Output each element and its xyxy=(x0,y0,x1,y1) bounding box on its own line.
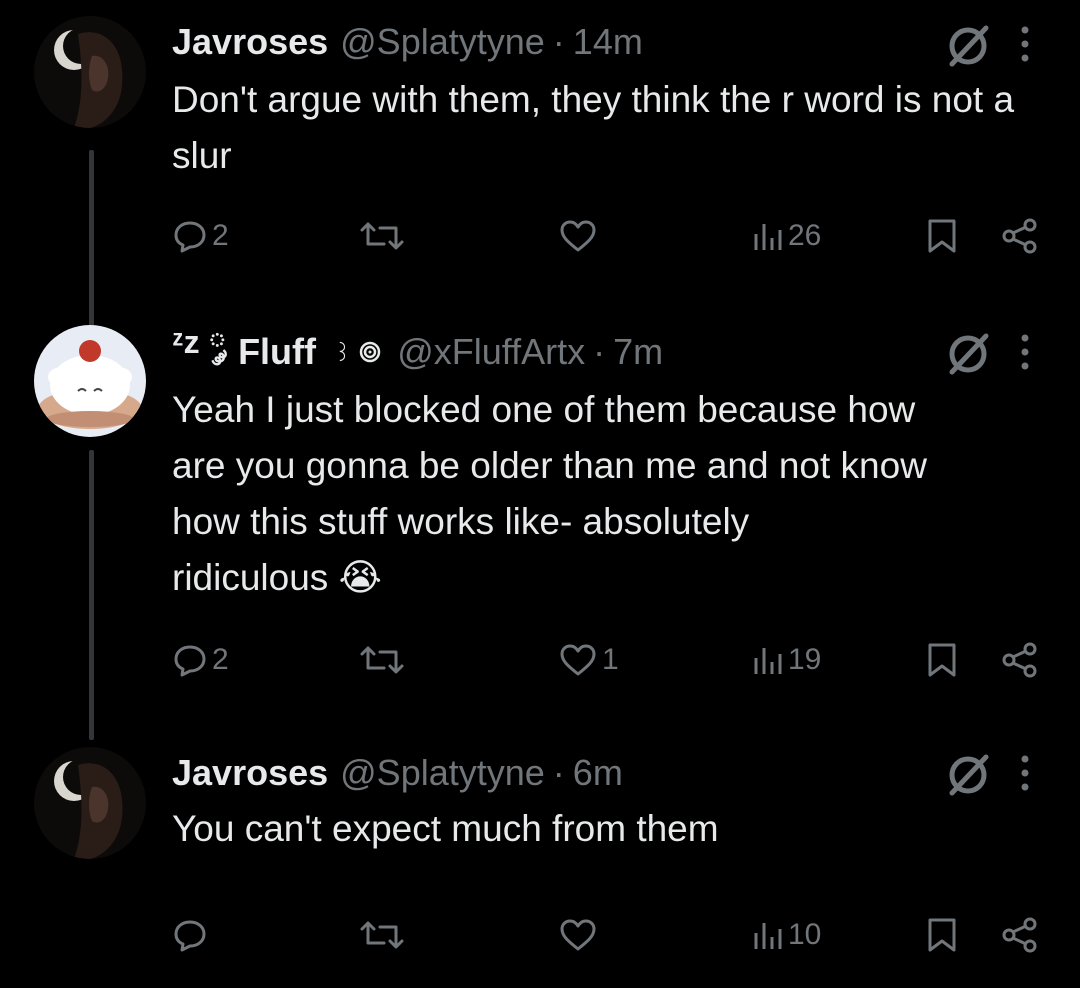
display-name[interactable]: Javroses xyxy=(172,752,328,794)
share-icon xyxy=(1002,218,1037,254)
reply-icon xyxy=(174,221,206,253)
separator: · xyxy=(552,752,565,793)
like-icon xyxy=(560,644,596,676)
avatar[interactable] xyxy=(34,747,146,859)
more-icon[interactable] xyxy=(1018,753,1032,793)
username[interactable]: @xFluffArtx xyxy=(397,331,585,373)
tweet-text: Yeah I just blocked one of them because … xyxy=(172,382,1050,606)
display-name[interactable]: Javroses xyxy=(172,21,328,63)
reply-icon xyxy=(174,645,206,677)
separator: · xyxy=(552,21,565,62)
repost-icon xyxy=(360,646,404,674)
bookmark-button[interactable] xyxy=(925,917,959,953)
tweet[interactable]: ᶻz ༘ Fluff ꒱ @xFluffArtx · 7m Yeah I jus… xyxy=(0,310,1080,710)
like-count: 1 xyxy=(602,643,619,676)
tweet[interactable]: Javroses @Splatytyne · 6m You can't expe… xyxy=(0,735,1080,988)
tweet-text-line: are you gonna be older than me and not k… xyxy=(172,445,927,486)
tweet-text: You can't expect much from them xyxy=(172,808,719,849)
like-button[interactable] xyxy=(558,218,602,254)
repost-icon xyxy=(360,222,404,250)
views-icon xyxy=(754,923,782,949)
views-button[interactable]: 19 xyxy=(752,642,821,678)
bookmark-button[interactable] xyxy=(925,642,959,678)
views-count: 19 xyxy=(788,643,822,676)
views-count: 10 xyxy=(788,918,822,951)
reply-button[interactable]: 2 xyxy=(172,642,229,678)
reply-icon xyxy=(174,920,206,952)
tweet-text-line: how this stuff works like- absolutely xyxy=(172,501,750,542)
bookmark-icon xyxy=(928,918,956,952)
repost-icon xyxy=(360,921,404,949)
timestamp[interactable]: 6m xyxy=(573,752,623,794)
separator: · xyxy=(593,331,606,372)
repost-button[interactable] xyxy=(360,917,404,953)
bookmark-icon xyxy=(928,219,956,253)
like-button[interactable]: 1 xyxy=(558,642,619,678)
timestamp[interactable]: 14m xyxy=(573,21,643,63)
tweet-actions: 2 1 19 xyxy=(0,640,1080,680)
tweet-actions: 2 26 xyxy=(0,216,1080,256)
tweet-text: Don't argue with them, they think the r … xyxy=(172,79,1015,176)
tweet-actions: 10 xyxy=(0,915,1080,955)
repost-button[interactable] xyxy=(360,642,404,678)
grok-icon[interactable] xyxy=(946,751,992,797)
username[interactable]: @Splatytyne xyxy=(340,752,545,794)
tweet-header: ᶻz ༘ Fluff ꒱ @xFluffArtx · 7m xyxy=(172,324,930,374)
views-icon xyxy=(754,648,782,674)
reply-count: 2 xyxy=(212,643,229,676)
repost-button[interactable] xyxy=(360,218,404,254)
timestamp[interactable]: 7m xyxy=(613,331,663,373)
tweet-header: Javroses @Splatytyne · 6m xyxy=(172,751,930,795)
views-icon xyxy=(754,224,782,250)
share-button[interactable] xyxy=(1000,218,1040,254)
more-icon[interactable] xyxy=(1018,332,1032,372)
views-count: 26 xyxy=(788,219,822,252)
crying-emoji: 😭 xyxy=(338,557,382,598)
grok-icon[interactable] xyxy=(946,22,992,68)
avatar[interactable] xyxy=(34,16,146,128)
like-button[interactable] xyxy=(558,917,602,953)
views-button[interactable]: 10 xyxy=(752,917,821,953)
like-icon xyxy=(560,919,596,951)
reply-button[interactable]: 2 xyxy=(172,218,229,254)
avatar[interactable] xyxy=(34,325,146,437)
username[interactable]: @Splatytyne xyxy=(340,21,545,63)
tweet-text-line: Yeah I just blocked one of them because … xyxy=(172,389,916,430)
like-icon xyxy=(560,220,596,252)
display-name-suffix: ꒱ xyxy=(334,340,352,366)
tweet-text-line: ridiculous 😭 xyxy=(172,550,1050,606)
share-button[interactable] xyxy=(1000,917,1040,953)
bookmark-icon xyxy=(928,643,956,677)
tweet-text-word: ridiculous xyxy=(172,557,329,598)
reply-button[interactable] xyxy=(172,917,212,953)
share-button[interactable] xyxy=(1000,642,1040,678)
grok-icon[interactable] xyxy=(946,330,992,376)
share-icon xyxy=(1002,917,1037,953)
views-button[interactable]: 26 xyxy=(752,218,821,254)
tweet-header: Javroses @Splatytyne · 14m xyxy=(172,20,930,64)
display-name[interactable]: Fluff xyxy=(238,331,316,373)
reply-count: 2 xyxy=(212,219,229,252)
more-icon[interactable] xyxy=(1018,24,1032,64)
bookmark-button[interactable] xyxy=(925,218,959,254)
spiral-icon xyxy=(359,341,381,363)
share-icon xyxy=(1002,642,1037,678)
tweet[interactable]: Javroses @Splatytyne · 14m Don't argue w… xyxy=(0,0,1080,290)
